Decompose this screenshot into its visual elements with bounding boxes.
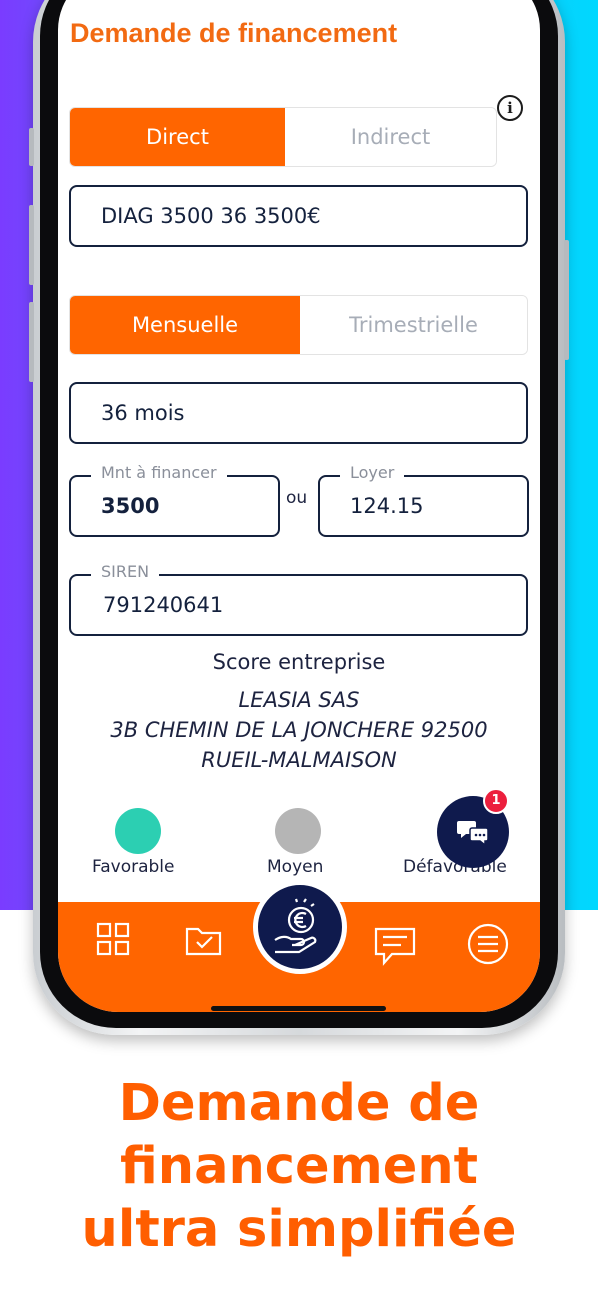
company-name: LEASIA SAS xyxy=(238,688,360,712)
tagline-line2: financement xyxy=(119,1137,479,1196)
nav-messages[interactable] xyxy=(374,926,416,970)
home-indicator xyxy=(211,1006,386,1011)
product-field[interactable]: DIAG 3500 36 3500€ xyxy=(69,185,528,247)
rating-moyen-indicator xyxy=(275,808,321,854)
chat-bubbles-icon xyxy=(457,821,489,847)
app-screen: Demande de financement i Direct Indirect… xyxy=(58,0,540,1012)
rent-value: 124.15 xyxy=(350,494,424,518)
duration-value: 36 mois xyxy=(101,401,185,425)
product-value: DIAG 3500 36 3500€ xyxy=(101,204,321,228)
amount-value: 3500 xyxy=(101,494,160,518)
amount-field[interactable]: Mnt à financer 3500 xyxy=(69,463,280,537)
marketing-tagline: Demande de financement ultra simplifiée xyxy=(0,1072,598,1261)
tagline-line3: ultra simplifiée xyxy=(81,1200,517,1259)
company-address-line2: RUEIL-MALMAISON xyxy=(201,748,397,772)
phone-power-button xyxy=(564,240,569,360)
siren-value: 791240641 xyxy=(103,593,224,617)
nav-dashboard[interactable] xyxy=(96,922,130,960)
rent-field[interactable]: Loyer 124.15 xyxy=(318,463,529,537)
siren-field[interactable]: SIREN 791240641 xyxy=(69,562,528,636)
type-toggle: Direct Indirect xyxy=(69,107,497,167)
dashboard-icon xyxy=(96,922,130,956)
amount-label: Mnt à financer xyxy=(91,463,227,482)
toggle-trimestrielle[interactable]: Trimestrielle xyxy=(300,296,527,354)
frequency-toggle: Mensuelle Trimestrielle xyxy=(69,295,528,355)
phone-volume-up xyxy=(29,205,34,285)
toggle-mensuelle[interactable]: Mensuelle xyxy=(70,296,300,354)
folder-check-icon xyxy=(185,927,222,956)
toggle-indirect[interactable]: Indirect xyxy=(285,108,496,166)
page-title: Demande de financement xyxy=(70,18,398,48)
company-address-line1: 3B CHEMIN DE LA JONCHERE 92500 xyxy=(110,718,488,742)
menu-icon xyxy=(467,923,509,965)
duration-field[interactable]: 36 mois xyxy=(69,382,528,444)
nav-folders[interactable] xyxy=(185,924,223,960)
toggle-direct[interactable]: Direct xyxy=(70,108,285,166)
phone-side-button xyxy=(29,128,34,166)
message-icon xyxy=(374,927,416,966)
rent-label: Loyer xyxy=(340,463,405,482)
tagline-line1: Demande de xyxy=(118,1074,480,1133)
or-label: ou xyxy=(286,488,308,508)
rating-favorable-indicator xyxy=(115,808,161,854)
info-icon[interactable]: i xyxy=(497,95,523,121)
siren-label: SIREN xyxy=(91,562,160,581)
score-title: Score entreprise xyxy=(212,650,386,674)
funding-request-button[interactable] xyxy=(253,880,347,974)
rating-favorable-label: Favorable xyxy=(92,857,175,877)
chat-notification-badge: 1 xyxy=(483,788,509,814)
euro-hand-icon xyxy=(274,898,317,954)
nav-menu[interactable] xyxy=(466,922,510,970)
rating-moyen-label: Moyen xyxy=(267,857,324,877)
phone-volume-down xyxy=(29,302,34,382)
